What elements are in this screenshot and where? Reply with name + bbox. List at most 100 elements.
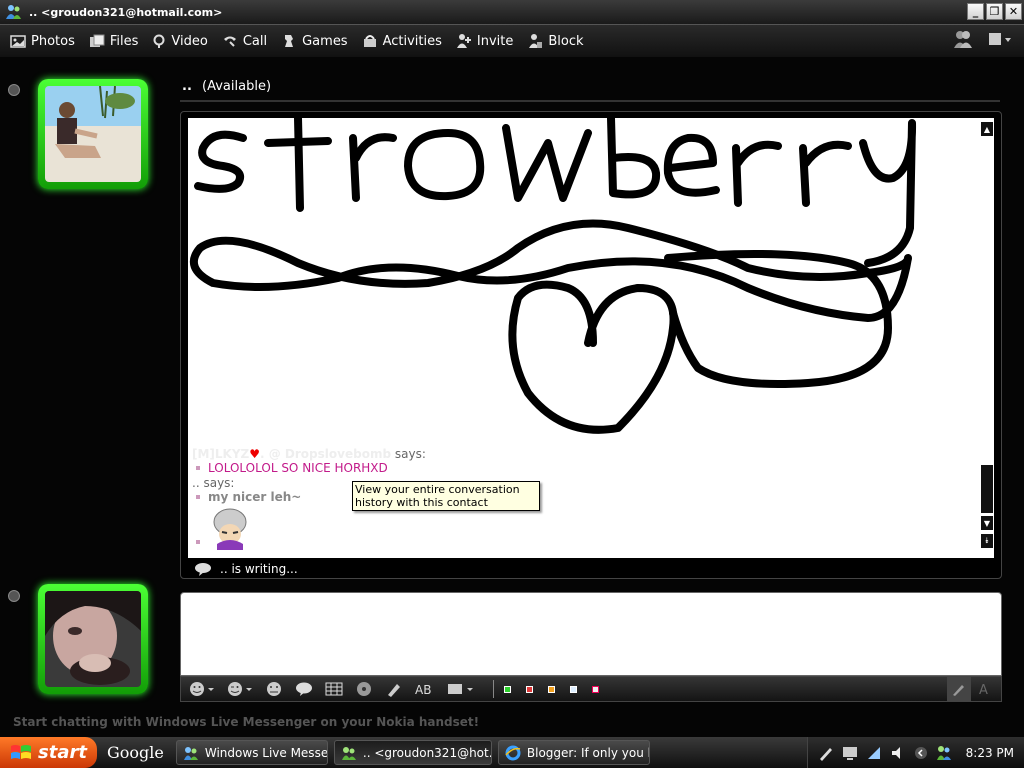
self-collapse-button[interactable]: [8, 590, 20, 602]
call-icon: [223, 36, 236, 47]
emoticon-avatar-icon: [213, 508, 247, 550]
history-tooltip: View your entire conversation history wi…: [352, 481, 540, 511]
svg-text:AB: AB: [415, 683, 431, 697]
invite-icon: [456, 34, 471, 48]
minimize-button[interactable]: _: [967, 3, 984, 20]
eraser-swatch[interactable]: [592, 685, 599, 693]
compose-toolbar: AB A: [180, 676, 1002, 702]
messenger-icon: [341, 746, 356, 760]
menu-icon[interactable]: [988, 31, 1012, 47]
volume-tray-icon[interactable]: [890, 745, 906, 761]
contact-avatar[interactable]: [38, 79, 148, 189]
pencil-icon: [953, 685, 964, 696]
speech-bubble-icon: [296, 682, 312, 696]
emoticon-button[interactable]: [189, 681, 215, 697]
photos-button[interactable]: Photos: [10, 34, 75, 49]
block-button[interactable]: Block: [527, 33, 584, 49]
message-text: my nicer leh~: [208, 490, 302, 504]
block-icon: [529, 34, 543, 48]
restore-button[interactable]: ❐: [986, 3, 1003, 20]
nudge-button[interactable]: [265, 681, 283, 697]
photos-icon: [10, 35, 26, 48]
handwriting-mode-button[interactable]: [947, 677, 971, 701]
voice-clip-button[interactable]: [295, 681, 313, 697]
messenger-tray-icon[interactable]: [936, 745, 952, 761]
header-divider: [180, 100, 1000, 102]
scroll-up-button[interactable]: ▲: [981, 122, 993, 136]
contact-photo: [45, 86, 141, 182]
message-text: LOLOLOLOL SO NICE HORHXD: [208, 461, 388, 475]
contact-name: ..: [182, 79, 192, 94]
conversation-panel[interactable]: strawberry: [188, 118, 994, 558]
wink-icon: [228, 682, 252, 696]
disc-icon: [357, 682, 371, 696]
more-button[interactable]: [447, 681, 475, 697]
contact-status-line: .. (Available): [182, 79, 271, 94]
heart-icon: ♥: [249, 447, 261, 461]
grid-icon: [325, 682, 343, 696]
nokia-promo-link[interactable]: Start chatting with Windows Live Messeng…: [13, 715, 479, 729]
contact-status: (Available): [202, 79, 272, 94]
typing-indicator: .. is writing...: [194, 562, 298, 576]
network-tray-icon[interactable]: [866, 745, 882, 761]
self-avatar[interactable]: [38, 584, 148, 694]
conversation-history[interactable]: strawberry: [180, 111, 1002, 579]
wink-animation-button[interactable]: [355, 681, 373, 697]
video-icon: [153, 34, 165, 48]
svg-text:A: A: [979, 683, 988, 697]
google-toolbar-button[interactable]: Google: [107, 743, 164, 762]
wink-button[interactable]: [227, 681, 253, 697]
start-button[interactable]: start: [0, 737, 97, 768]
games-button[interactable]: Games: [281, 33, 348, 49]
files-label: Files: [109, 33, 139, 49]
taskbar-item-conversation[interactable]: .. <groudon321@hot...: [333, 740, 492, 765]
red-color-swatch[interactable]: [526, 685, 533, 693]
history-scrollbar[interactable]: ▲ ▼ ⯯: [980, 118, 994, 558]
title-bar: .. <groudon321@hotmail.com> _ ❐ ✕: [0, 0, 1024, 25]
windows-flag-icon: [11, 744, 31, 759]
invite-label: Invite: [476, 33, 514, 49]
taskbar-item-messenger[interactable]: Windows Live Messen...: [175, 740, 328, 765]
white-color-swatch[interactable]: [570, 685, 577, 693]
clock: 8:23 PM: [965, 745, 1014, 760]
nudge-icon: [267, 682, 281, 696]
contact-collapse-button[interactable]: [8, 84, 20, 96]
window-title: .. <groudon321@hotmail.com>: [29, 5, 223, 19]
video-button[interactable]: Video: [152, 33, 208, 49]
chevron-left-icon[interactable]: [914, 746, 928, 760]
video-label: Video: [171, 33, 208, 49]
green-color-swatch[interactable]: [504, 685, 511, 693]
taskbar-item-browser[interactable]: Blogger: If only you k...: [497, 740, 650, 765]
smiley-icon: [190, 682, 214, 696]
scroll-down-button[interactable]: ▼: [981, 516, 993, 530]
font-icon: AB: [415, 683, 431, 697]
orange-color-swatch[interactable]: [548, 685, 555, 693]
background-button[interactable]: [325, 681, 343, 697]
call-label: Call: [242, 33, 268, 49]
typing-bubble-icon: [195, 563, 211, 576]
pen-tray-icon[interactable]: [818, 745, 834, 761]
system-tray: 8:23 PM: [806, 737, 1024, 768]
more-icon: [448, 684, 473, 694]
pen-icon: [388, 684, 400, 697]
files-button[interactable]: Files: [89, 33, 139, 49]
messenger-icon: [6, 5, 21, 19]
invite-button[interactable]: Invite: [456, 33, 513, 49]
messenger-logo-icon[interactable]: [952, 29, 974, 49]
scroll-end-button[interactable]: ⯯: [981, 534, 993, 548]
photos-label: Photos: [31, 33, 75, 49]
close-button[interactable]: ✕: [1005, 3, 1022, 20]
activities-button[interactable]: Activities: [362, 33, 442, 49]
scroll-thumb[interactable]: [981, 465, 993, 513]
conversation-window: .. (Available) strawberry: [0, 57, 1024, 737]
ink-button[interactable]: [385, 681, 403, 697]
monitor-tray-icon[interactable]: [842, 745, 858, 761]
self-photo: [45, 591, 141, 687]
text-mode-icon[interactable]: A: [975, 681, 995, 697]
call-button[interactable]: Call: [222, 34, 267, 49]
font-button[interactable]: AB: [415, 681, 435, 697]
games-label: Games: [302, 33, 348, 49]
files-icon: [89, 34, 105, 47]
message-input[interactable]: [180, 592, 1002, 676]
block-label: Block: [548, 33, 584, 49]
